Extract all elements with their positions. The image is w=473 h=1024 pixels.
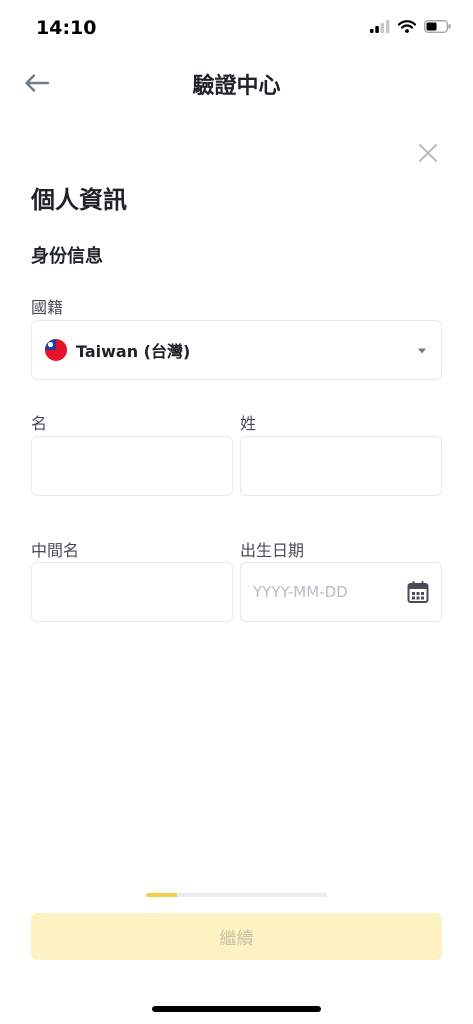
first-name-field-box — [31, 436, 233, 496]
battery-icon — [424, 20, 451, 33]
wifi-icon — [398, 20, 416, 33]
page-title: 個人資訊 — [31, 186, 127, 214]
cellular-signal-icon — [370, 20, 390, 33]
close-button[interactable] — [415, 140, 441, 166]
middle-name-field-box — [31, 562, 233, 622]
home-indicator — [152, 1006, 321, 1012]
nationality-value: Taiwan (台灣) — [76, 342, 191, 361]
section-title: 身份信息 — [31, 246, 103, 267]
middle-name-label: 中間名 — [31, 541, 80, 560]
status-icons — [370, 20, 451, 33]
first-name-input[interactable] — [32, 437, 232, 495]
last-name-label: 姓 — [240, 414, 257, 433]
progress-fill — [146, 893, 177, 897]
nationality-select[interactable]: Taiwan (台灣) — [31, 320, 442, 380]
nav-title: 驗證中心 — [192, 74, 281, 99]
taiwan-flag-icon — [45, 339, 67, 361]
chevron-down-icon — [418, 348, 426, 354]
first-name-label: 名 — [31, 414, 48, 433]
status-bar: 14:10 — [0, 0, 473, 56]
progress-bar — [146, 893, 327, 897]
status-time: 14:10 — [36, 17, 97, 39]
last-name-input[interactable] — [241, 437, 441, 495]
nav-bar: 驗證中心 — [0, 56, 473, 110]
birthdate-field-box — [240, 562, 442, 622]
calendar-icon[interactable] — [407, 580, 429, 604]
nationality-label: 國籍 — [31, 298, 64, 317]
last-name-field-box — [240, 436, 442, 496]
middle-name-input[interactable] — [32, 563, 232, 621]
close-icon — [419, 144, 437, 162]
continue-button[interactable]: 繼續 — [31, 913, 442, 960]
birthdate-label: 出生日期 — [240, 541, 305, 560]
